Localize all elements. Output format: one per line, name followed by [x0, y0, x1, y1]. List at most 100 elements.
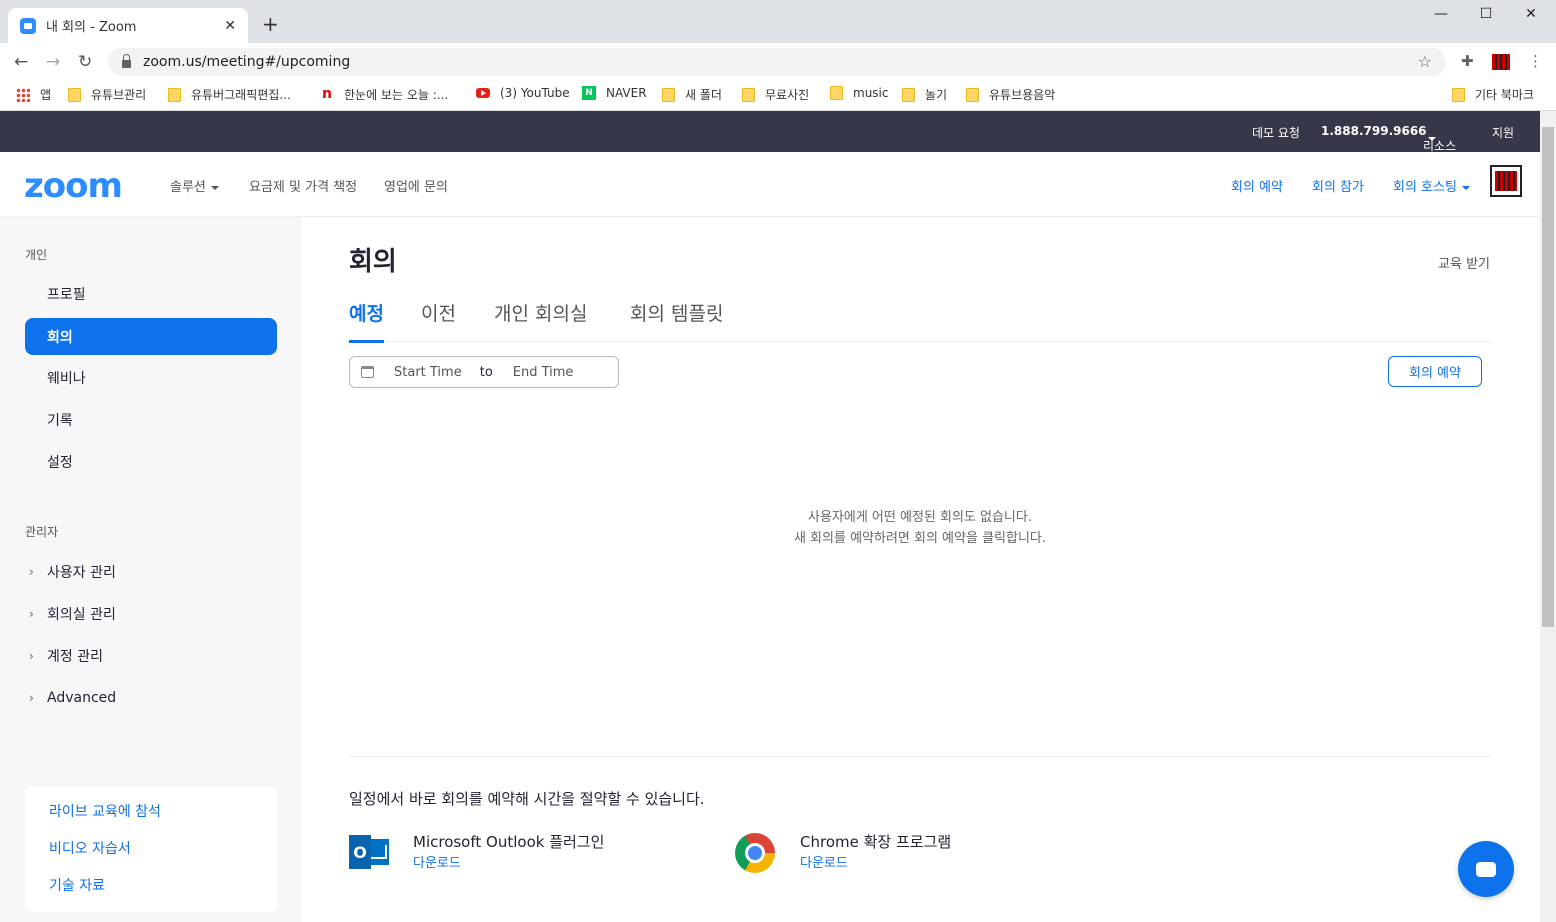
apps-grid-icon	[16, 87, 30, 102]
date-range-picker[interactable]: Start Time to End Time	[349, 356, 619, 388]
sidebar-item-label: 회의실 관리	[47, 606, 116, 623]
browser-tab[interactable]: 내 회의 - Zoom ✕	[8, 8, 248, 43]
folder-icon	[902, 87, 915, 102]
naver-icon: N	[582, 86, 596, 100]
extensions-icon[interactable]: ✚	[1461, 52, 1474, 70]
new-tab-button[interactable]: +	[262, 12, 279, 36]
solutions-dropdown[interactable]: 솔루션	[170, 176, 219, 195]
join-meeting-link[interactable]: 회의 참가	[1312, 176, 1364, 195]
bookmark-apps[interactable]: 앱	[16, 86, 51, 103]
bookmark-item[interactable]: N NAVER	[582, 86, 647, 100]
meeting-tabs: 예정 이전 개인 회의실 회의 템플릿	[349, 299, 1491, 343]
bookmark-item[interactable]: music	[830, 86, 888, 100]
url-text: zoom.us/meeting#/upcoming	[143, 54, 351, 70]
folder-icon	[662, 87, 675, 102]
lock-icon	[122, 54, 131, 68]
reload-icon[interactable]: ↻	[78, 52, 92, 72]
sidebar-item-label: 계정 관리	[47, 648, 103, 665]
caret-down-icon	[1428, 137, 1436, 141]
menu-dots-icon[interactable]: ⋮	[1528, 52, 1543, 70]
bookmark-label: 무료사진	[765, 88, 810, 102]
bookmark-item[interactable]: 유튜브관리	[68, 86, 146, 103]
bookmark-label: NAVER	[606, 86, 647, 100]
folder-icon	[742, 87, 755, 102]
chrome-download-link[interactable]: 다운로드	[800, 852, 848, 871]
solutions-label: 솔루션	[170, 180, 206, 195]
bookmark-item[interactable]: 무료사진	[742, 86, 809, 103]
empty-state-line: 사용자에게 어떤 예정된 회의도 없습니다.	[808, 510, 1032, 525]
main-content: 회의 교육 받기 예정 이전 개인 회의실 회의 템플릿 Start Time …	[301, 217, 1540, 922]
video-tutorials-link[interactable]: 비디오 자습서	[49, 838, 131, 858]
bookmark-label: 앱	[40, 88, 52, 102]
bookmark-item[interactable]: 새 폴더	[662, 86, 722, 103]
bookmarks-bar: 앱 유튜브관리 유튜버그래픽편집... n 한눈에 보는 오늘 :... (3) …	[0, 80, 1556, 111]
end-time-input[interactable]: End Time	[513, 365, 574, 380]
sidebar-item-label: 사용자 관리	[47, 564, 116, 581]
folder-icon	[966, 87, 979, 102]
start-time-input[interactable]: Start Time	[394, 365, 462, 380]
bookmark-item[interactable]: (3) YouTube	[476, 86, 570, 100]
request-demo-link[interactable]: 데모 요청	[1252, 124, 1300, 141]
browser-tabbar: 내 회의 - Zoom ✕ + — ☐ ✕	[0, 0, 1556, 43]
bookmark-label: music	[853, 86, 889, 100]
back-arrow-icon[interactable]: ←	[14, 52, 28, 72]
sidebar-item-meetings[interactable]: 회의	[25, 318, 277, 355]
zoom-topbar: 데모 요청 1.888.799.9666 리소스 지원	[0, 111, 1540, 153]
profile-avatar-icon[interactable]	[1492, 54, 1510, 70]
sidebar-item-account-management[interactable]: › 계정 관리	[25, 637, 277, 674]
bookmark-label: 새 폴더	[685, 88, 722, 102]
pricing-link[interactable]: 요금제 및 가격 책정	[249, 176, 357, 195]
tab-previous[interactable]: 이전	[421, 299, 456, 340]
chat-support-button[interactable]	[1458, 841, 1514, 897]
section-divider	[349, 756, 1491, 757]
schedule-meeting-link[interactable]: 회의 예약	[1231, 176, 1283, 195]
tab-personal-room[interactable]: 개인 회의실	[494, 299, 587, 340]
url-input[interactable]: zoom.us/meeting#/upcoming ☆	[108, 48, 1446, 76]
bookmark-label: 기타 북마크	[1475, 88, 1535, 102]
date-range-separator: to	[479, 364, 493, 380]
support-link[interactable]: 지원	[1492, 124, 1514, 141]
close-window-button[interactable]: ✕	[1508, 6, 1554, 22]
sidebar-item-profile[interactable]: 프로필	[25, 275, 277, 312]
tab-meeting-templates[interactable]: 회의 템플릿	[630, 299, 723, 340]
user-avatar[interactable]	[1490, 165, 1522, 197]
live-training-link[interactable]: 라이브 교육에 참석	[49, 801, 161, 821]
maximize-button[interactable]: ☐	[1463, 6, 1509, 22]
sidebar-item-recordings[interactable]: 기록	[25, 401, 277, 438]
bookmark-item[interactable]: n 한눈에 보는 오늘 :...	[322, 86, 448, 103]
outlook-icon: O	[349, 833, 389, 871]
zoom-logo[interactable]: zoom	[24, 166, 123, 206]
scrollbar-thumb[interactable]	[1542, 127, 1554, 627]
tab-close-icon[interactable]: ✕	[224, 18, 236, 34]
folder-icon	[68, 87, 81, 102]
n-logo-icon: n	[322, 86, 332, 102]
folder-icon	[168, 87, 181, 102]
chevron-right-icon: ›	[29, 648, 34, 663]
sidebar-item-user-management[interactable]: › 사용자 관리	[25, 553, 277, 590]
page-scrollbar[interactable]	[1540, 111, 1556, 922]
schedule-meeting-button[interactable]: 회의 예약	[1388, 356, 1482, 387]
sidebar-item-room-management[interactable]: › 회의실 관리	[25, 595, 277, 632]
bookmark-item[interactable]: 유튜버그래픽편집...	[168, 86, 291, 103]
phone-link[interactable]: 1.888.799.9666	[1321, 124, 1427, 138]
bookmark-star-icon[interactable]: ☆	[1418, 52, 1432, 71]
forward-arrow-icon[interactable]: →	[46, 52, 60, 72]
sidebar-item-advanced[interactable]: › Advanced	[25, 679, 277, 716]
youtube-icon	[476, 88, 490, 98]
contact-sales-link[interactable]: 영업에 문의	[384, 176, 448, 195]
minimize-button[interactable]: —	[1418, 6, 1464, 22]
folder-icon	[1452, 87, 1465, 102]
sidebar-item-webinars[interactable]: 웨비나	[25, 359, 277, 396]
outlook-download-link[interactable]: 다운로드	[413, 852, 461, 871]
bookmark-item[interactable]: 놀기	[902, 86, 947, 103]
bookmark-label: 한눈에 보는 오늘 :...	[344, 88, 449, 102]
knowledge-base-link[interactable]: 기술 자료	[49, 875, 105, 895]
sidebar-item-settings[interactable]: 설정	[25, 443, 277, 480]
bookmark-item[interactable]: 유튜브용음악	[966, 86, 1055, 103]
other-bookmarks[interactable]: 기타 북마크	[1452, 86, 1534, 103]
sidebar: 개인 프로필 회의 웨비나 기록 설정 관리자 › 사용자 관리 › 회의실 관리 …	[0, 217, 301, 922]
tab-upcoming[interactable]: 예정	[349, 299, 384, 343]
host-meeting-dropdown[interactable]: 회의 호스팅	[1393, 176, 1470, 195]
personal-section-label: 개인	[25, 248, 48, 262]
get-training-link[interactable]: 교육 받기	[1438, 253, 1490, 272]
